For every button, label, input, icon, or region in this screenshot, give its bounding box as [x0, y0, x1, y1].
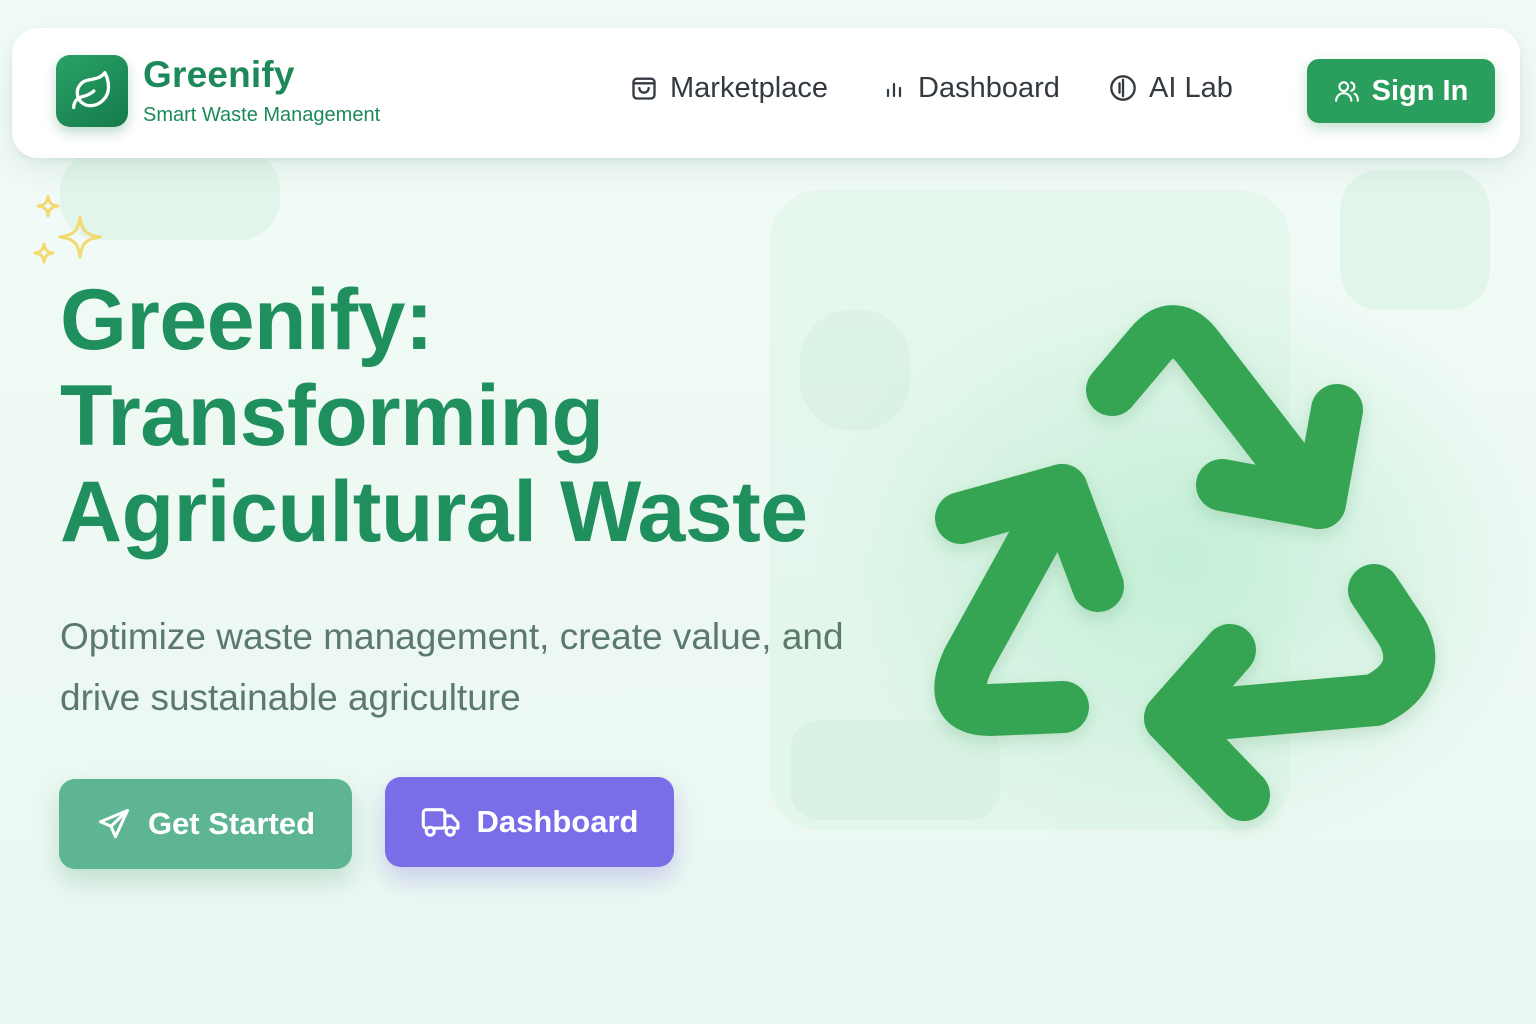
- brand-tagline: Smart Waste Management: [143, 104, 381, 126]
- sign-in-button[interactable]: Sign In: [1307, 59, 1495, 123]
- get-started-label: Get Started: [147, 806, 316, 841]
- recycle-icon: [934, 305, 1436, 821]
- nav-item-marketplace[interactable]: Marketplace: [630, 68, 828, 108]
- top-navbar: Greenify Smart Waste Management Marketpl…: [12, 28, 1520, 158]
- hero-title-line: Transforming: [60, 368, 604, 464]
- nav-item-ai-lab[interactable]: AI Lab: [1109, 68, 1233, 108]
- nav-item-label: Marketplace: [670, 71, 828, 104]
- hero-title: Greenify: Transforming Agricultural Wast…: [60, 272, 920, 560]
- nav-item-label: Dashboard: [918, 71, 1060, 104]
- sign-in-label: Sign In: [1371, 74, 1469, 107]
- hero-subtitle-line: drive sustainable agriculture: [60, 677, 521, 718]
- leaf-icon: [72, 71, 111, 110]
- shopping-bag-icon: [632, 77, 656, 100]
- dashboard-button[interactable]: Dashboard: [385, 777, 674, 867]
- landing-page: Greenify Smart Waste Management Marketpl…: [0, 0, 1536, 1024]
- hero-title-line: Agricultural Waste: [60, 464, 808, 560]
- nav-item-dashboard[interactable]: Dashboard: [882, 68, 1060, 108]
- hero-subtitle-line: Optimize waste management, create value,…: [60, 616, 844, 657]
- hero-title-line: Greenify:: [60, 272, 434, 368]
- nav-item-label: AI Lab: [1149, 71, 1233, 104]
- dashboard-button-label: Dashboard: [476, 804, 639, 839]
- logo[interactable]: [56, 55, 128, 127]
- truck-icon: [421, 808, 459, 837]
- brand-name[interactable]: Greenify: [143, 54, 295, 96]
- send-icon: [98, 809, 129, 839]
- hero-subtitle: Optimize waste management, create value,…: [60, 606, 900, 728]
- ai-circle-icon: [1110, 75, 1136, 101]
- sparkles-icon: [33, 194, 102, 264]
- users-icon: [1334, 81, 1359, 102]
- bar-chart-icon: [886, 82, 902, 98]
- get-started-button[interactable]: Get Started: [59, 779, 352, 869]
